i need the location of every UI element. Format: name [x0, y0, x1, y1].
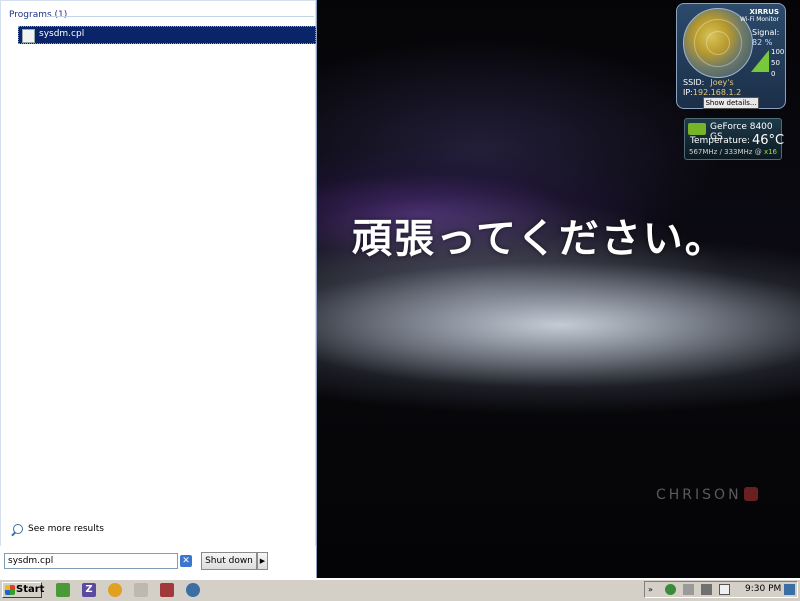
wifi-signal-label: Signal:	[752, 28, 780, 37]
show-details-button[interactable]: Show details...	[703, 97, 759, 109]
wifi-ssid-value: Joey's	[710, 78, 734, 87]
brand-logo-icon	[743, 487, 758, 501]
start-button[interactable]: Start	[2, 582, 45, 598]
wifi-ip-value: 192.168.1.2	[692, 88, 742, 97]
search-area: ✕ Shut down ▶	[0, 546, 316, 578]
tray-network-icon[interactable]	[665, 584, 676, 595]
quick-launch-z-icon[interactable]: Z	[82, 583, 96, 597]
wifi-monitor-gadget[interactable]: XIRRUS Wi-Fi Monitor Signal: 82 % 100 50…	[676, 3, 786, 109]
wifi-signal-bar	[751, 50, 769, 72]
show-desktop-icon[interactable]	[784, 584, 795, 595]
gpu-temp-value: 46°C	[752, 133, 785, 148]
control-panel-file-icon	[22, 29, 35, 43]
tray-volume-icon[interactable]	[683, 584, 694, 595]
quick-launch-arrow-icon[interactable]	[134, 583, 148, 597]
wifi-scale-0: 0	[771, 70, 776, 78]
gpu-clock-bus: x16	[763, 148, 778, 156]
wifi-scale-50: 50	[771, 59, 780, 67]
shutdown-options-arrow-icon[interactable]: ▶	[257, 552, 268, 570]
wallpaper-slogan: 頑張ってください。	[352, 216, 727, 262]
wallpaper-brand: CHRISON	[656, 487, 758, 503]
quick-launch-tools-icon[interactable]	[160, 583, 174, 597]
wifi-scale-100: 100	[771, 48, 785, 56]
wifi-brand-subtitle: Wi-Fi Monitor	[739, 16, 779, 23]
wifi-ip: IP:192.168.1.2	[683, 88, 741, 97]
shutdown-button[interactable]: Shut down	[201, 552, 257, 570]
wifi-signal-scale: 100 50 0	[771, 47, 784, 80]
search-results-panel: Programs (1) sysdm.cpl See more results	[4, 4, 316, 544]
tray-flag-icon[interactable]	[719, 584, 730, 595]
wifi-ssid-label: SSID:	[683, 78, 705, 87]
see-more-label: See more results	[28, 524, 104, 534]
result-item-label: sysdm.cpl	[39, 29, 85, 39]
quick-launch-media-icon[interactable]	[108, 583, 122, 597]
programs-header: Programs (1)	[9, 10, 68, 20]
system-tray: » 9:30 PM	[644, 581, 798, 598]
programs-divider	[48, 16, 314, 17]
nvidia-logo-icon	[688, 123, 706, 135]
gpu-monitor-gadget[interactable]: GeForce 8400 GS Temperature: 46°C 567MHz…	[684, 118, 785, 160]
wifi-brand-name: XIRRUS	[749, 8, 779, 16]
search-input[interactable]	[4, 553, 178, 569]
clear-search-icon[interactable]: ✕	[180, 555, 192, 567]
tray-signal-icon[interactable]	[701, 584, 712, 595]
tray-expand-icon[interactable]: »	[648, 584, 659, 595]
taskbar-clock[interactable]: 9:30 PM	[745, 584, 781, 594]
result-item-sysdm[interactable]: sysdm.cpl	[18, 26, 316, 44]
gpu-clock: 567MHz / 333MHz @ x16	[689, 148, 777, 156]
windows-logo-icon	[5, 585, 15, 595]
wifi-ip-label: IP:	[683, 88, 693, 97]
gpu-clock-text: 567MHz / 333MHz @	[689, 148, 762, 156]
quick-launch-flag-icon[interactable]	[56, 583, 70, 597]
search-icon	[13, 524, 23, 534]
start-menu: Programs (1) sysdm.cpl See more results …	[0, 0, 317, 578]
wifi-gadget-brand: XIRRUS Wi-Fi Monitor	[740, 8, 779, 24]
gpu-temp-label: Temperature:	[690, 136, 751, 146]
wifi-ssid: SSID: Joey's	[683, 78, 734, 87]
quick-launch-settings-icon[interactable]	[186, 583, 200, 597]
taskbar: Start Z » 9:30 PM	[0, 578, 800, 601]
start-label: Start	[16, 584, 45, 595]
wifi-signal-value: 82 %	[752, 38, 773, 47]
wallpaper-brand-text: CHRISON	[656, 487, 742, 503]
